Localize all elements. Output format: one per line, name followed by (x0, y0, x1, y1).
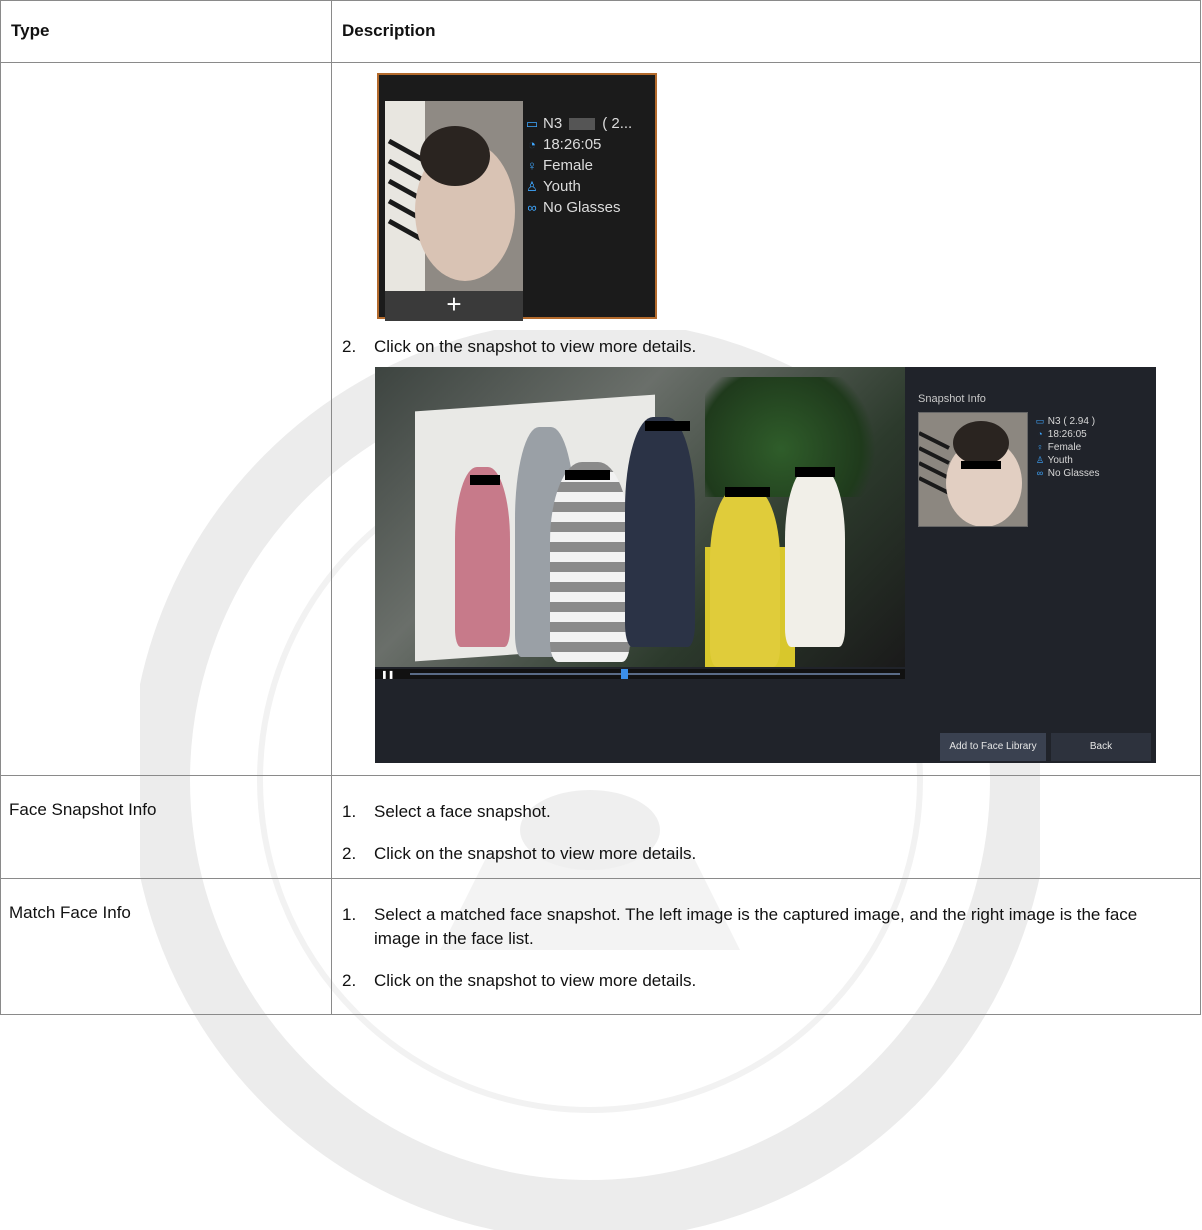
side-snapshot-photo (918, 412, 1028, 527)
pause-icon[interactable]: ❚❚ (381, 670, 394, 679)
table-row: Face Snapshot Info 1. Select a face snaps… (0, 775, 1201, 879)
type-cell: Match Face Info (0, 878, 332, 1015)
camera-icon: ▭ (525, 115, 539, 131)
glasses-icon: ∞ (1036, 468, 1044, 478)
side-panel-title: Snapshot Info (918, 393, 986, 405)
type-cell (0, 62, 332, 776)
list-item: 1. Select a matched face snapshot. The le… (342, 905, 1138, 948)
gender-icon: ♀ (1036, 442, 1044, 452)
list-item: 1. Select a face snapshot. (342, 802, 551, 821)
timeline-playhead[interactable] (620, 669, 628, 679)
playback-timeline[interactable]: ❚❚ (375, 669, 905, 679)
add-to-face-library-button[interactable]: Add to Face Library (940, 733, 1046, 761)
camera-icon: ▭ (1035, 416, 1045, 426)
gender-icon: ♀ (527, 157, 537, 173)
table-header-row: Type Description (0, 0, 1201, 63)
video-frame[interactable] (375, 367, 905, 667)
type-cell: Face Snapshot Info (0, 775, 332, 879)
column-header-description: Description (331, 0, 1201, 63)
back-button[interactable]: Back (1051, 733, 1151, 761)
list-item: 2. Click on the snapshot to view more de… (342, 337, 697, 356)
table-row: + ▭ N3( 2... ◔ 18:26:05 ♀ Female ♙ Youth ∞ No… (0, 62, 1201, 776)
list-item: 2. Click on the snapshot to view more det… (342, 844, 697, 863)
table-row: Match Face Info 1. Select a matched face … (0, 878, 1201, 1015)
clock-icon: ◔ (528, 136, 536, 152)
description-cell: 1. Select a matched face snapshot. The le… (331, 878, 1201, 1015)
clock-icon: ◔ (1037, 429, 1043, 439)
side-panel-info: ▭ N3 ( 2.94 ) ◔ 18:26:05 ♀ Female ♙ Yout… (1035, 416, 1100, 479)
description-table: Type Description + ▭ N3 (2... ◔ 18:26:0… (0, 0, 1201, 1015)
glasses-icon: ∞ (527, 199, 537, 215)
snapshot-photo (385, 101, 523, 291)
person-icon: ♙ (526, 178, 538, 194)
list-item: 2. Click on the snapshot to view more det… (342, 971, 697, 990)
snapshot-info: ▭ N3( 2... ◔ 18:26:05 ♀ Female ♙ Youth ∞ No G… (525, 115, 633, 216)
description-cell: 1. Select a face snapshot. 2. Click on the… (331, 775, 1201, 879)
add-button[interactable]: + (385, 291, 523, 321)
description-cell: + ▭ N3( 2... ◔ 18:26:05 ♀ Female ♙ Youth ∞ No… (331, 62, 1201, 776)
playback-screenshot: ❚❚ Snapshot Info ▭ N3 (2.94) ◔ 18:26:0… (375, 367, 1156, 763)
column-header-type: Type (0, 0, 332, 63)
face-snapshot-card[interactable]: + ▭ N3( 2... ◔ 18:26:05 ♀ Female ♙ Youth ∞ No… (377, 73, 657, 321)
person-icon: ♙ (1035, 455, 1045, 465)
